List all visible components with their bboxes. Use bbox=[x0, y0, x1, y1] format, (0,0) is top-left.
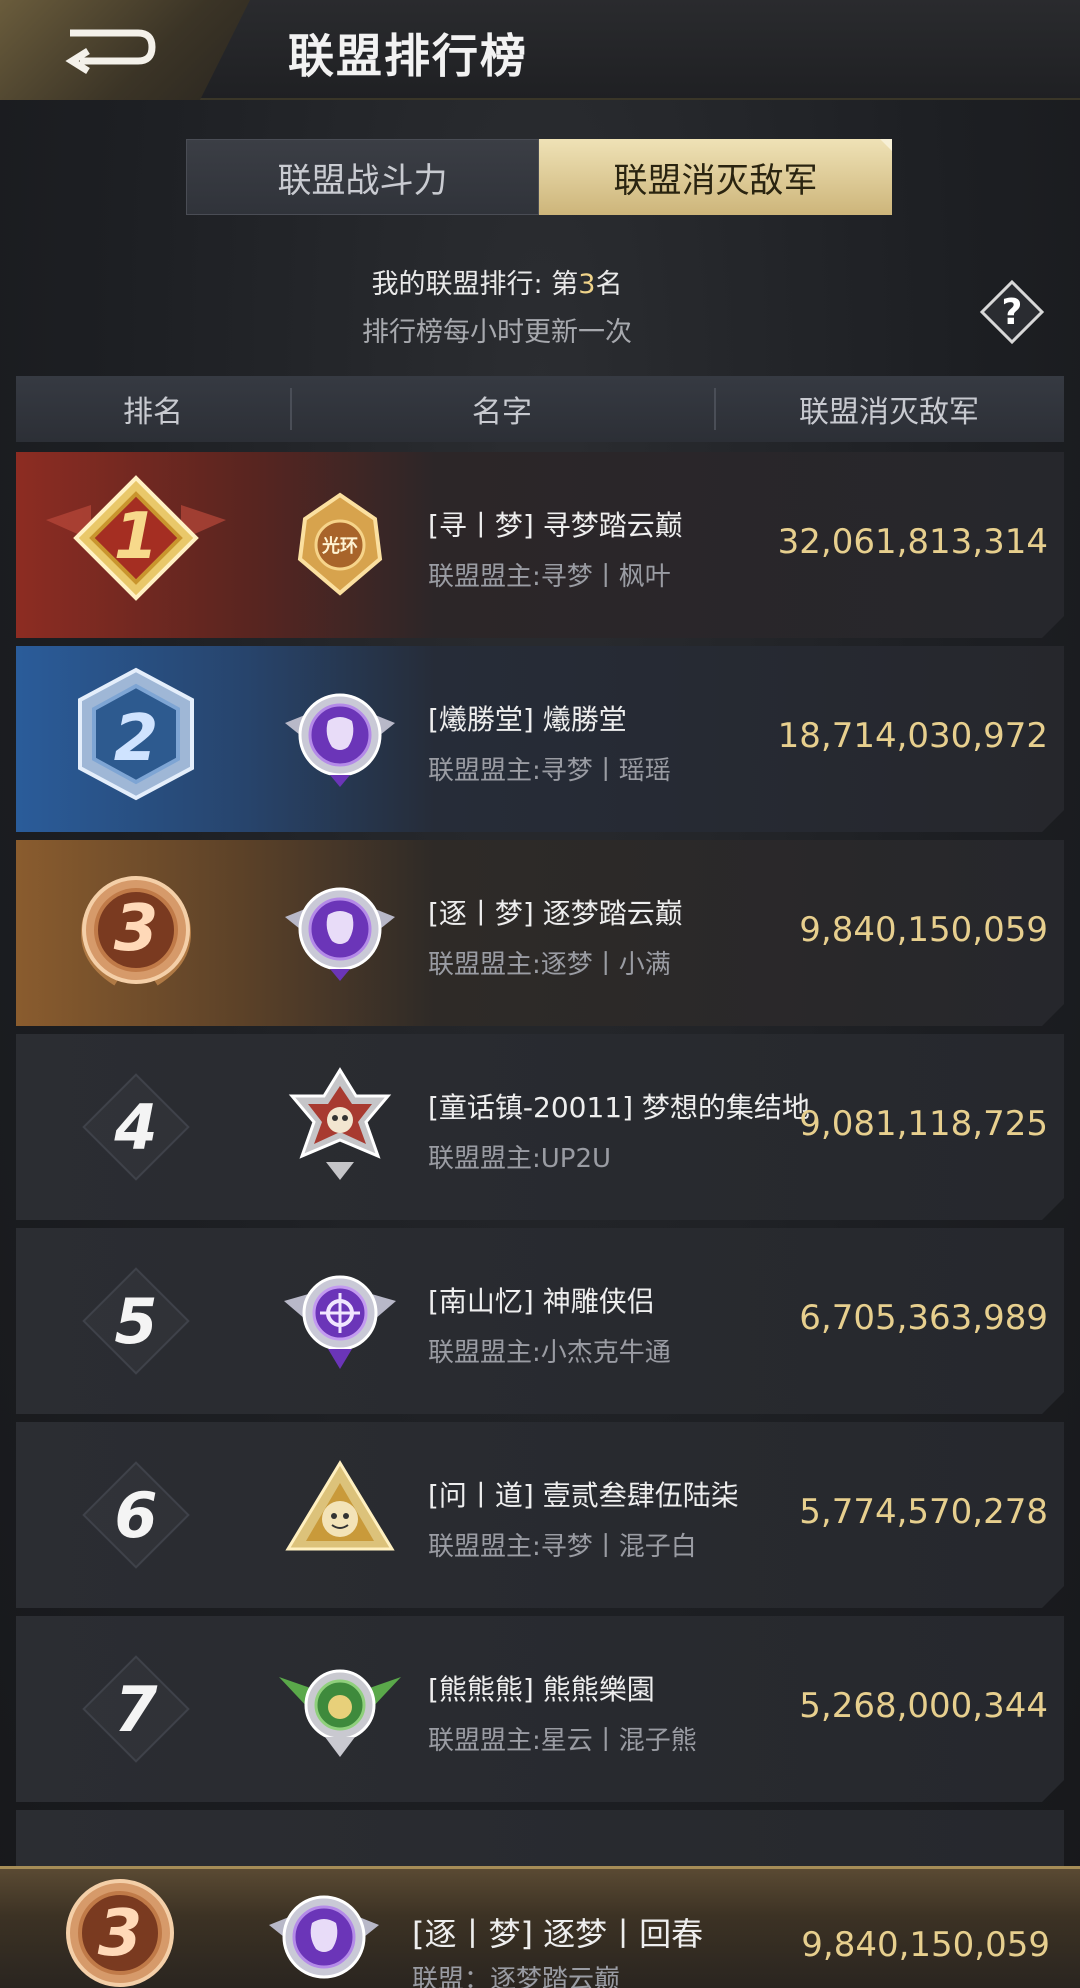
alliance-leader: 联盟盟主:星云丨混子熊 bbox=[428, 1726, 697, 1756]
my-rank-badge: 3 bbox=[40, 1869, 220, 1988]
purple-lion-icon bbox=[280, 683, 400, 793]
rank-badge-plain: 6 bbox=[66, 1460, 206, 1570]
alliance-emblem bbox=[274, 1060, 406, 1192]
purple-crosshair-icon bbox=[280, 1265, 400, 1375]
rank-badge-bronze: 3 bbox=[46, 858, 226, 1008]
column-divider bbox=[714, 388, 716, 430]
column-name: 名字 bbox=[472, 395, 532, 430]
alliance-emblem bbox=[274, 1642, 406, 1774]
page-title: 联盟排行榜 bbox=[288, 29, 528, 83]
table-row[interactable]: 6 [问丨道] 壹贰叁肆伍陆柒 联盟盟主:寻梦丨混子白 5,774,570,27… bbox=[16, 1422, 1064, 1608]
alliance-name: [爔勝堂] 爔勝堂 bbox=[428, 703, 627, 736]
tab-alliance-kills[interactable]: 联盟消灭敌军 bbox=[539, 139, 892, 215]
rank-number: 3 bbox=[97, 1897, 143, 1971]
alliance-leader: 联盟盟主:UP2U bbox=[428, 1144, 612, 1174]
my-kills-value: 9,840,150,059 bbox=[801, 1925, 1050, 1965]
rank-badge-gold: 1 bbox=[46, 470, 226, 620]
rank-number: 2 bbox=[113, 702, 159, 776]
alliance-name: [熊熊熊] 熊熊樂園 bbox=[428, 1673, 655, 1706]
alliance-emblem bbox=[274, 672, 406, 804]
table-row[interactable]: 7 [熊熊熊] 熊熊樂園 联盟盟主:星云丨混子熊 5,268,000,344 bbox=[16, 1616, 1064, 1802]
update-note: 排行榜每小时更新一次 bbox=[362, 317, 632, 348]
kills-value: 6,705,363,989 bbox=[799, 1298, 1048, 1338]
purple-lion-icon bbox=[269, 1895, 379, 1979]
alliance-name: [童话镇-20011] 梦想的集结地 bbox=[428, 1091, 810, 1124]
back-arrow-icon bbox=[65, 29, 156, 74]
column-rank: 排名 bbox=[123, 395, 183, 430]
kills-value: 32,061,813,314 bbox=[777, 522, 1048, 562]
ranking-list: 1 光环 [寻丨梦] 寻梦踏云巅 联盟盟主:寻梦丨枫叶 32,061,813,3… bbox=[16, 452, 1064, 1988]
my-rank-prefix: 我的联盟排行: 第 bbox=[371, 269, 579, 300]
alliance-emblem bbox=[258, 1869, 390, 1988]
rank-number: 6 bbox=[114, 1478, 158, 1552]
table-row[interactable]: 2 [爔勝堂] 爔勝堂 联盟盟主:寻梦丨瑶瑶 18,714,030,972 bbox=[16, 646, 1064, 832]
alliance-emblem bbox=[274, 1448, 406, 1580]
rank-badge-plain: 4 bbox=[66, 1072, 206, 1182]
alliance-leader: 联盟盟主:逐梦丨小满 bbox=[428, 950, 671, 980]
green-bear-icon bbox=[275, 1653, 405, 1763]
rank-number: 1 bbox=[113, 500, 159, 574]
kills-value: 9,840,150,059 bbox=[799, 910, 1048, 950]
alliance-leader: 联盟盟主:小杰克牛通 bbox=[428, 1338, 671, 1368]
back-button[interactable] bbox=[45, 22, 165, 78]
alliance-leader: 联盟盟主:寻梦丨瑶瑶 bbox=[428, 756, 671, 786]
table-row[interactable]: 1 光环 [寻丨梦] 寻梦踏云巅 联盟盟主:寻梦丨枫叶 32,061,813,3… bbox=[16, 452, 1064, 638]
rank-number: 3 bbox=[113, 892, 159, 966]
rank-number: 5 bbox=[114, 1284, 158, 1358]
alliance-name: [寻丨梦] 寻梦踏云巅 bbox=[428, 509, 683, 542]
my-rank-suffix: 名 bbox=[595, 269, 623, 300]
rank-number: 4 bbox=[114, 1090, 158, 1164]
my-rank-text: 我的联盟排行: 第3名 bbox=[0, 262, 1080, 301]
alliance-leader: 联盟盟主:寻梦丨混子白 bbox=[428, 1532, 697, 1562]
alliance-name: [逐丨梦] 逐梦踏云巅 bbox=[428, 897, 683, 930]
column-header: 排名 名字 联盟消灭敌军 bbox=[16, 376, 1064, 442]
rank-badge-plain: 7 bbox=[66, 1654, 206, 1764]
table-row[interactable]: 4 [童话镇-20011] 梦想的集结地 联盟盟主:UP2U 9,081,118… bbox=[16, 1034, 1064, 1220]
alliance-emblem: 光环 bbox=[274, 478, 406, 610]
my-alliance-bar[interactable]: 3 [逐丨梦] 逐梦丨回春 联盟：逐梦踏云巅 9,840,150,059 bbox=[0, 1866, 1080, 1988]
svg-text:光环: 光环 bbox=[321, 535, 358, 557]
alliance-leader: 联盟盟主:寻梦丨枫叶 bbox=[428, 562, 671, 592]
tab-bar: 联盟战斗力 联盟消灭敌军 bbox=[186, 139, 892, 215]
kills-value: 9,081,118,725 bbox=[799, 1104, 1048, 1144]
my-rank-value: 3 bbox=[578, 269, 596, 300]
tab-alliance-power[interactable]: 联盟战斗力 bbox=[186, 139, 539, 215]
alliance-emblem bbox=[274, 1254, 406, 1386]
gold-crest-icon: 光环 bbox=[285, 489, 395, 599]
kills-value: 18,714,030,972 bbox=[777, 716, 1048, 756]
kills-value: 5,774,570,278 bbox=[799, 1492, 1048, 1532]
alliance-name: [问丨道] 壹贰叁肆伍陆柒 bbox=[428, 1479, 739, 1512]
my-alliance-leader: 联盟：逐梦踏云巅 bbox=[412, 1965, 621, 1988]
table-row[interactable]: 5 [南山忆] 神雕侠侣 联盟盟主:小杰克牛通 6,705,363,989 bbox=[16, 1228, 1064, 1414]
rank-badge-silver: 2 bbox=[46, 664, 226, 814]
my-alliance-name: [逐丨梦] 逐梦丨回春 bbox=[412, 1915, 704, 1953]
column-kills: 联盟消灭敌军 bbox=[799, 395, 979, 430]
purple-lion-icon bbox=[280, 877, 400, 987]
column-divider bbox=[290, 388, 292, 430]
help-button[interactable]: ? bbox=[979, 279, 1045, 345]
rank-number: 7 bbox=[114, 1672, 158, 1746]
svg-text:?: ? bbox=[1002, 292, 1023, 333]
rank-badge-plain: 5 bbox=[66, 1266, 206, 1376]
table-row[interactable]: 3 [逐丨梦] 逐梦踏云巅 联盟盟主:逐梦丨小满 9,840,150,059 bbox=[16, 840, 1064, 1026]
gold-tiger-icon bbox=[280, 1459, 400, 1569]
alliance-name: [南山忆] 神雕侠侣 bbox=[428, 1285, 655, 1318]
alliance-emblem bbox=[274, 866, 406, 998]
header: 联盟排行榜 bbox=[0, 0, 1080, 108]
red-skull-icon bbox=[280, 1066, 400, 1186]
help-icon: ? bbox=[979, 279, 1045, 345]
kills-value: 5,268,000,344 bbox=[799, 1686, 1048, 1726]
